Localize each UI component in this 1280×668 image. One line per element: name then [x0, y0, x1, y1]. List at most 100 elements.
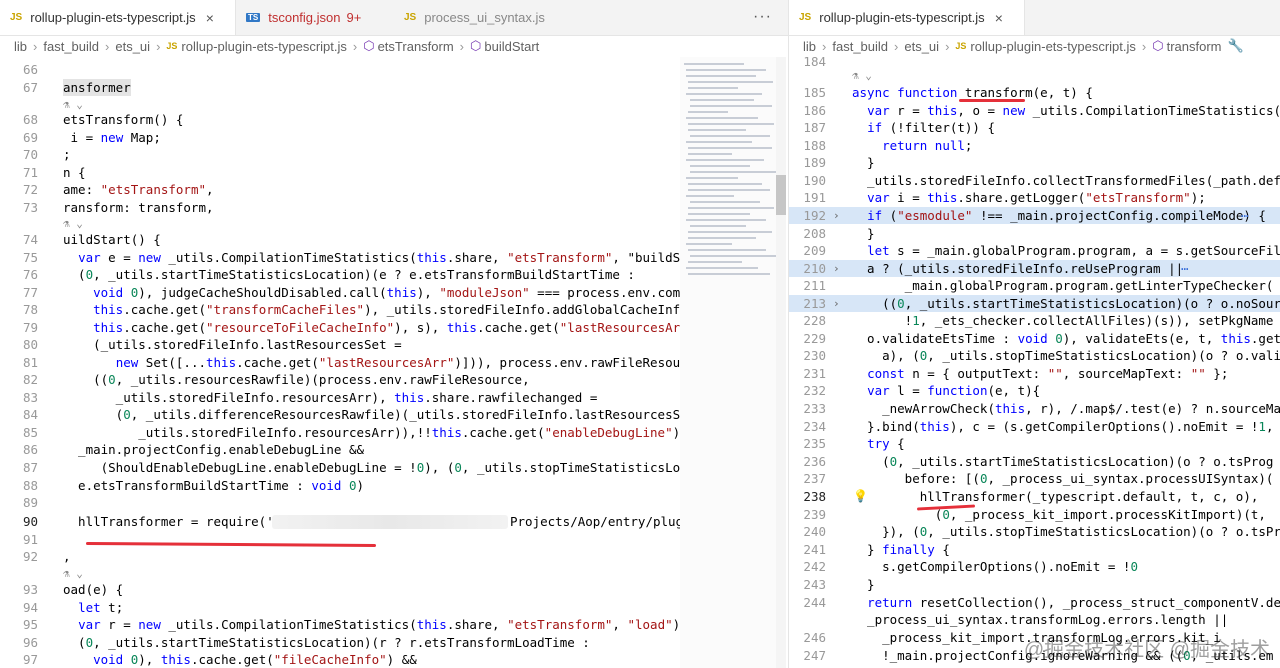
code-text: } [852, 155, 875, 170]
line-number: 188 [803, 138, 826, 153]
code-line: 77 void 0), judgeCacheShouldDisabled.cal… [0, 284, 788, 301]
breadcrumb-item[interactable]: ets_ui [115, 39, 150, 54]
code-text: i = new Map; [63, 130, 161, 145]
close-icon[interactable]: × [995, 10, 1003, 26]
code-text: Projects/Aop/entry/plugi [510, 514, 691, 529]
tab-tsconfig[interactable]: TS tsconfig.json 9+ [236, 0, 394, 35]
line-number: 191 [803, 190, 826, 205]
line-number: 209 [803, 243, 826, 258]
breadcrumb: lib › fast_build › ets_ui › JS rollup-plugi… [14, 38, 540, 54]
breadcrumb-item[interactable]: etsTransform [378, 39, 454, 54]
code-editor[interactable]: 66 67 ansformer ⚗ ⌄ 68 etsTransform() { 69… [0, 57, 788, 668]
line-number: 244 [803, 595, 826, 610]
breadcrumb-item[interactable]: lib [14, 39, 27, 54]
code-line: 66 [0, 61, 788, 78]
tab-process-ui-syntax[interactable]: JS process_ui_syntax.js [394, 0, 564, 35]
line-number: 86 [22, 442, 38, 457]
code-text: _main.projectConfig.enableDebugLine && [63, 442, 365, 457]
breadcrumb-item[interactable]: rollup-plugin-ets-typescript.js [970, 39, 1135, 54]
code-line: 211 _main.globalProgram.program.getLinte… [789, 277, 1280, 294]
scrollbar-thumb[interactable] [776, 175, 786, 215]
code-line: 236 (0, _utils.startTimeStatisticsLocati… [789, 453, 1280, 470]
code-line: 241 } finally { [789, 541, 1280, 558]
line-number: 85 [22, 425, 38, 440]
breadcrumb-item[interactable]: rollup-plugin-ets-typescript.js [181, 39, 346, 54]
breadcrumb-item[interactable]: buildStart [484, 39, 539, 54]
code-line: 232 var l = function(e, t){ [789, 382, 1280, 399]
code-line: 233 _newArrowCheck(this, r), /.map$/.tes… [789, 400, 1280, 417]
breadcrumb-item[interactable]: fast_build [43, 39, 99, 54]
line-number: 242 [803, 559, 826, 574]
codelens-icon[interactable]: ⚗ ⌄ [852, 69, 872, 82]
code-text: if ("esmodule" !== _main.projectConfig.c… [867, 208, 1266, 223]
line-number: 189 [803, 155, 826, 170]
breadcrumb-item[interactable]: transform [1167, 39, 1222, 54]
line-number: 67 [22, 80, 38, 95]
line-number: 234 [803, 419, 826, 434]
line-number: 74 [22, 232, 38, 247]
line-number: 69 [22, 130, 38, 145]
line-number: 82 [22, 372, 38, 387]
close-icon[interactable]: × [206, 10, 214, 26]
code-editor[interactable]: 184 ⚗ ⌄ 185 async function transform(e, t… [789, 54, 1280, 668]
code-text: ((0, _utils.resourcesRawfile)(process.en… [63, 372, 530, 387]
code-line: 67 ansformer [0, 79, 788, 96]
breadcrumb-item[interactable]: ets_ui [904, 39, 939, 54]
code-text: etsTransform() { [63, 112, 184, 127]
code-text: } [852, 577, 875, 592]
code-line: 81 new Set([...this.cache.get("lastResou… [0, 354, 788, 371]
tab-rollup-plugin[interactable]: JS rollup-plugin-ets-typescript.js × [0, 0, 236, 35]
line-number: 186 [803, 103, 826, 118]
codelens-icon[interactable]: ⚗ ⌄ [63, 567, 83, 580]
tab-label: process_ui_syntax.js [424, 10, 545, 25]
code-line: 189 } [789, 154, 1280, 171]
code-line: 237 before: [(0, _process_ui_syntax.proc… [789, 470, 1280, 487]
code-line: 94 let t; [0, 599, 788, 616]
code-line: 228 !1, _ets_checker.collectAllFiles)(s)… [789, 312, 1280, 329]
breadcrumb-item[interactable]: lib [803, 39, 816, 54]
code-line: 70; [0, 146, 788, 163]
more-actions-icon[interactable]: ··· [753, 8, 772, 26]
line-number: 92 [22, 549, 38, 564]
chevron-right-icon[interactable]: › [833, 295, 840, 312]
cube-icon: ⬡ [470, 38, 482, 53]
code-line: 186 var r = this, o = new _utils.Compila… [789, 102, 1280, 119]
chevron-right-icon[interactable]: › [833, 260, 840, 277]
code-text: ; [63, 147, 71, 162]
code-text: e.etsTransformBuildStartTime : void 0) [63, 478, 365, 493]
codelens-icon[interactable]: ⚗ ⌄ [63, 98, 83, 111]
code-text: _utils.storedFileInfo.collectTransformed… [852, 173, 1280, 188]
code-text: _utils.storedFileInfo.resourcesArr)),!!t… [63, 425, 681, 440]
line-number: 237 [803, 471, 826, 486]
code-line: 69 i = new Map; [0, 129, 788, 146]
code-text: (0, _utils.startTimeStatisticsLocation)(… [852, 454, 1274, 469]
chevron-right-icon[interactable]: › [833, 207, 840, 224]
code-line: 244 return resetCollection(), _process_s… [789, 594, 1280, 611]
tab-rollup-plugin[interactable]: JS rollup-plugin-ets-typescript.js × [789, 0, 1025, 35]
code-text: hllTransformer(_typescript.default, t, c… [852, 489, 1259, 504]
code-text: var r = new _utils.CompilationTimeStatis… [78, 617, 688, 632]
code-line: 234 }.bind(this), c = (s.getCompilerOpti… [789, 418, 1280, 435]
minimap[interactable] [680, 57, 776, 668]
codelens-icon[interactable]: ⚗ ⌄ [63, 217, 83, 230]
vertical-scrollbar[interactable] [776, 57, 786, 668]
code-text: a ? (_utils.storedFileInfo.reUseProgram … [852, 261, 1184, 276]
line-number: 75 [22, 250, 38, 265]
js-file-icon: JS [10, 12, 23, 23]
code-text: (_utils.storedFileInfo.lastResourcesSet … [63, 337, 402, 352]
breadcrumb-item[interactable]: fast_build [832, 39, 888, 54]
line-number: 93 [22, 582, 38, 597]
folded-ellipsis[interactable]: ⋯ [1181, 260, 1189, 277]
code-line: _process_ui_syntax.transformLog.errors.l… [789, 611, 1280, 628]
code-line: 89 [0, 494, 788, 511]
code-line: 208 } [789, 225, 1280, 242]
line-number: 231 [803, 366, 826, 381]
code-line-folded: 192 › if ("esmodule" !== _main.projectCon… [789, 207, 1280, 224]
code-text: (0, _utils.differenceResourcesRawfile)(_… [63, 407, 688, 422]
code-text: try { [867, 436, 905, 451]
folded-ellipsis[interactable]: ⋯ [1241, 207, 1249, 224]
code-text: var r = this, o = new _utils.Compilation… [867, 103, 1280, 118]
js-file-icon: JS [166, 41, 178, 51]
code-text: void 0), judgeCacheShouldDisabled.call(t… [93, 285, 696, 300]
js-file-icon: JS [799, 12, 812, 23]
